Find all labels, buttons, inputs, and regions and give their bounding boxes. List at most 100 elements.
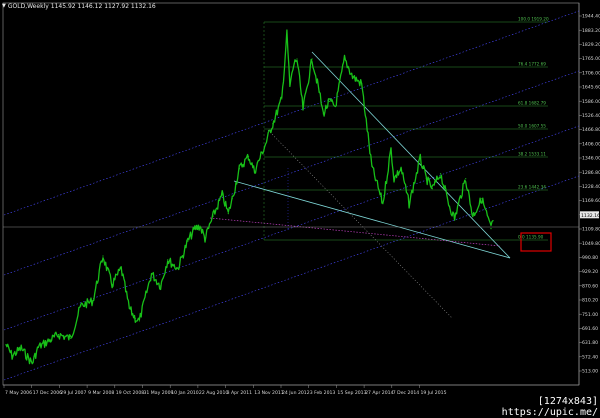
price-point — [454, 218, 456, 220]
price-tick-label: 1883.20 — [582, 28, 600, 34]
time-tick-label: 22 Aug 2010 — [199, 390, 229, 396]
time-tick-label: 31 May 2009 — [144, 390, 174, 396]
price-point — [272, 123, 274, 125]
dotted-guides — [3, 129, 579, 319]
price-point — [352, 75, 354, 78]
price-point — [371, 165, 373, 167]
time-tick-label: 10 Jan 2010 — [171, 390, 199, 396]
channel-line — [3, 70, 580, 276]
time-axis: 7 May 2006 17 Dec 200629 Jul 2007 9 Mar 20… — [3, 385, 447, 396]
fib-level-label: 38.2 1533.11 — [518, 152, 546, 157]
price-point — [128, 307, 130, 309]
price-point — [296, 58, 298, 60]
time-tick-label: 19 Jul 2015 — [421, 390, 447, 396]
guide-diagonal — [267, 129, 453, 319]
time-tick-label: 3 Apr 2011 — [227, 390, 253, 396]
price-point — [120, 267, 122, 270]
price-point — [431, 188, 433, 190]
price-point — [194, 228, 196, 230]
price-point — [492, 220, 494, 222]
time-tick-label: 29 Jul 2007 — [60, 390, 86, 396]
price-tick-label: 929.20 — [582, 269, 598, 275]
price-tick-label: 751.00 — [582, 312, 598, 318]
price-point — [204, 238, 206, 240]
price-tick-label: 1526.40 — [582, 113, 600, 119]
price-tick-label: 1765.00 — [582, 56, 600, 62]
channel-line — [3, 10, 580, 216]
price-point — [102, 255, 104, 257]
channel-line — [3, 175, 580, 381]
price-point — [177, 267, 179, 270]
time-tick-label: 3 Feb 2013 — [310, 390, 336, 396]
price-point — [92, 300, 94, 302]
price-point — [227, 213, 229, 215]
price-point — [393, 178, 395, 180]
symbol-header: ▼ GOLD,Weekly 1145.92 1146.12 1127.92 11… — [2, 1, 156, 11]
price-tick-label: 1109.80 — [582, 227, 600, 233]
time-tick-label: 9 Mar 2008 — [88, 390, 114, 396]
time-tick-label: 7 Dec 2014 — [393, 390, 420, 396]
price-tick-label: 1829.20 — [582, 42, 600, 48]
regression-channel[interactable] — [3, 10, 580, 381]
price-point — [20, 347, 22, 349]
time-tick-label: 13 Nov 2011 — [254, 390, 283, 396]
price-point — [322, 113, 324, 115]
price-tick-label: 1406.00 — [582, 141, 600, 147]
price-tick-label: 1228.40 — [582, 184, 600, 190]
price-point — [400, 168, 402, 170]
price-point — [134, 317, 136, 319]
price-point — [361, 83, 363, 85]
price-tick-label: 1645.60 — [582, 85, 600, 91]
price-tick-label: 1049.80 — [582, 241, 600, 247]
price-point — [449, 205, 451, 207]
price-point — [286, 33, 288, 35]
price-point — [318, 90, 320, 92]
plot-frame — [2, 2, 580, 386]
fib-level-label: 100.0 1919.20 — [518, 17, 549, 22]
price-point — [419, 158, 421, 160]
price-point — [5, 344, 7, 346]
price-point — [11, 355, 13, 357]
price-point — [70, 337, 72, 339]
price-point — [281, 98, 283, 100]
time-tick-label: 7 May 2006 — [5, 390, 32, 396]
price-point — [31, 362, 33, 364]
price-tick-label: 990.80 — [582, 255, 598, 261]
price-tick-label: 1586.00 — [582, 99, 600, 105]
price-tick-label: 691.60 — [582, 326, 598, 332]
price-point — [458, 203, 460, 205]
fib-level-label: 76.4 1772.69 — [518, 62, 546, 67]
fan-magenta-line — [209, 217, 501, 247]
fibonacci-retracement[interactable]: 100.0 1919.20 76.4 1772.69 61.8 1682.79 50.… — [263, 17, 549, 241]
time-tick-label: 15 Sep 2013 — [337, 390, 366, 396]
price-tick-label: 572.40 — [582, 354, 598, 360]
price-tick-label: 810.20 — [582, 298, 598, 304]
price-tick-label: 1286.80 — [582, 170, 600, 176]
price-tick-label: 1466.80 — [582, 127, 600, 133]
price-tick-label: 1706.00 — [582, 70, 600, 76]
price-point — [472, 215, 474, 217]
price-point — [167, 259, 169, 261]
fib-level-label: 23.6 1442.34 — [518, 185, 546, 190]
time-tick-label: 27 Apr 2014 — [365, 390, 393, 396]
price-point — [199, 225, 201, 227]
price-point — [80, 305, 82, 307]
price-point — [160, 285, 162, 287]
watermark: [1274x843] https://upic.me/ — [501, 396, 598, 418]
chart-window[interactable]: 100.0 1919.20 76.4 1772.69 61.8 1682.79 50.… — [0, 0, 600, 418]
price-line — [5, 29, 494, 365]
triangle-down-icon: ▼ — [2, 3, 6, 9]
price-point — [328, 100, 330, 102]
price-point — [57, 334, 60, 336]
price-point — [311, 58, 313, 60]
price-point — [465, 178, 467, 180]
time-tick-label: 17 Dec 2006 — [33, 390, 62, 396]
price-point — [37, 346, 39, 348]
price-chart[interactable]: 100.0 1919.20 76.4 1772.69 61.8 1682.79 50.… — [0, 0, 600, 416]
price-tick-label: 513.00 — [582, 369, 598, 375]
price-point — [490, 228, 492, 230]
price-point — [48, 340, 50, 342]
price-axis: 1944.40 1883.20 1829.20 1765.00 1706.00 1645.… — [579, 14, 600, 375]
price-point — [481, 198, 483, 200]
symbol-name: GOLD,Weekly — [7, 2, 49, 10]
